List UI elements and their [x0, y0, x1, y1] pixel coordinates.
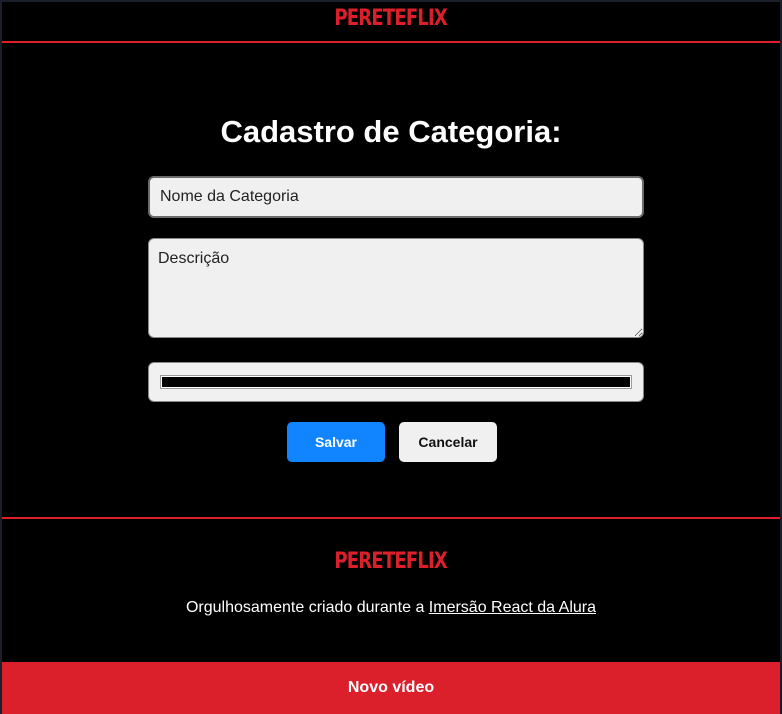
footer-logo-wrap: PERETEFLIX	[2, 551, 780, 573]
footer-credit-prefix: Orgulhosamente criado durante a	[185, 599, 429, 616]
new-video-button[interactable]: Novo vídeo	[2, 662, 780, 714]
category-color-input[interactable]	[148, 362, 644, 402]
cancel-button[interactable]: Cancelar	[399, 422, 497, 462]
save-button[interactable]: Salvar	[287, 422, 385, 462]
page-title: Cadastro de Categoria:	[220, 114, 562, 149]
header: PERETEFLIX	[2, 2, 780, 43]
footer-logo[interactable]: PERETEFLIX	[335, 551, 448, 573]
color-swatch[interactable]	[160, 375, 632, 389]
footer: PERETEFLIX Orgulhosamente criado durante…	[2, 517, 780, 662]
footer-credit: Orgulhosamente criado durante a Imersão …	[2, 599, 780, 617]
alura-link[interactable]: Imersão React da Alura	[429, 599, 596, 616]
app-window: PERETEFLIX Cadastro de Categoria: Salvar…	[0, 0, 782, 714]
category-description-input[interactable]	[148, 238, 644, 338]
category-name-input[interactable]	[148, 176, 644, 218]
header-logo[interactable]: PERETEFLIX	[335, 7, 448, 30]
